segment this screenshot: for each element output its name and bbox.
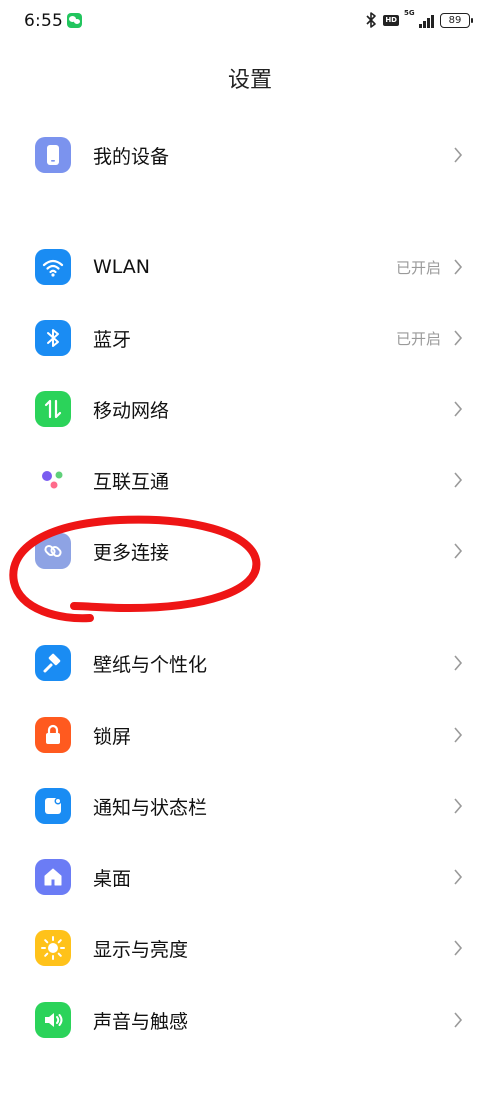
settings-item-my-device[interactable]: 我的设备 bbox=[0, 126, 500, 184]
phone-icon bbox=[35, 137, 71, 173]
chevron-right-icon bbox=[454, 147, 463, 163]
settings-item-display[interactable]: 显示与亮度 bbox=[0, 919, 500, 977]
settings-item-wallpaper[interactable]: 壁纸与个性化 bbox=[0, 634, 500, 692]
hd-icon: HD bbox=[383, 14, 399, 26]
settings-item-label: 声音与触感 bbox=[93, 1010, 189, 1033]
network-type: 5G bbox=[404, 9, 415, 17]
battery-icon: 89 bbox=[440, 12, 473, 28]
settings-item-wlan[interactable]: WLAN 已开启 bbox=[0, 238, 500, 296]
chevron-right-icon bbox=[454, 869, 463, 885]
status-value: 已开启 bbox=[395, 329, 441, 348]
signal-icon: 5G bbox=[404, 9, 434, 28]
link-icon bbox=[35, 533, 71, 569]
chevron-right-icon bbox=[454, 798, 463, 814]
settings-item-label: 锁屏 bbox=[93, 725, 132, 748]
status-bar: 6:55 HD 5G 89 bbox=[0, 0, 500, 44]
settings-item-lock-screen[interactable]: 锁屏 bbox=[0, 706, 500, 764]
wechat-icon bbox=[67, 13, 82, 28]
mobile-data-icon bbox=[35, 391, 71, 427]
chevron-right-icon bbox=[454, 655, 463, 671]
page-title: 设置 bbox=[227, 68, 272, 93]
settings-item-mobile-network[interactable]: 移动网络 bbox=[0, 380, 500, 438]
paint-brush-icon bbox=[35, 645, 71, 681]
chevron-right-icon bbox=[454, 401, 463, 417]
sun-icon bbox=[35, 930, 71, 966]
bluetooth-icon bbox=[35, 320, 71, 356]
chevron-right-icon bbox=[454, 259, 463, 275]
wifi-icon bbox=[35, 249, 71, 285]
settings-item-desktop[interactable]: 桌面 bbox=[0, 848, 500, 906]
bluetooth-icon bbox=[366, 12, 377, 28]
settings-item-label: 更多连接 bbox=[93, 541, 170, 564]
settings-item-label: 蓝牙 bbox=[93, 328, 132, 351]
status-value: 已开启 bbox=[395, 258, 441, 277]
settings-item-label: 桌面 bbox=[93, 867, 132, 890]
status-icons: HD 5G 89 bbox=[365, 9, 473, 29]
status-time: 6:55 bbox=[24, 11, 63, 31]
settings-item-label: 壁纸与个性化 bbox=[93, 653, 208, 676]
chevron-right-icon bbox=[454, 1012, 463, 1028]
settings-item-bluetooth[interactable]: 蓝牙 已开启 bbox=[0, 309, 500, 367]
home-icon bbox=[35, 859, 71, 895]
settings-item-label: 显示与亮度 bbox=[93, 938, 189, 961]
dots-icon bbox=[35, 462, 71, 498]
settings-item-sound[interactable]: 声音与触感 bbox=[0, 991, 500, 1049]
settings-item-label: 我的设备 bbox=[93, 145, 170, 168]
settings-item-more-connections[interactable]: 更多连接 bbox=[0, 522, 500, 580]
chevron-right-icon bbox=[454, 727, 463, 743]
settings-item-label: 移动网络 bbox=[93, 399, 170, 422]
settings-item-interconnect[interactable]: 互联互通 bbox=[0, 451, 500, 509]
notification-icon bbox=[35, 788, 71, 824]
chevron-right-icon bbox=[454, 940, 463, 956]
lock-icon bbox=[35, 717, 71, 753]
speaker-icon bbox=[35, 1002, 71, 1038]
chevron-right-icon bbox=[454, 543, 463, 559]
settings-item-label: 互联互通 bbox=[93, 470, 170, 493]
chevron-right-icon bbox=[454, 472, 463, 488]
settings-item-label: 通知与状态栏 bbox=[93, 796, 208, 819]
settings-item-label: WLAN bbox=[93, 256, 151, 278]
chevron-right-icon bbox=[454, 330, 463, 346]
settings-item-notifications[interactable]: 通知与状态栏 bbox=[0, 777, 500, 835]
